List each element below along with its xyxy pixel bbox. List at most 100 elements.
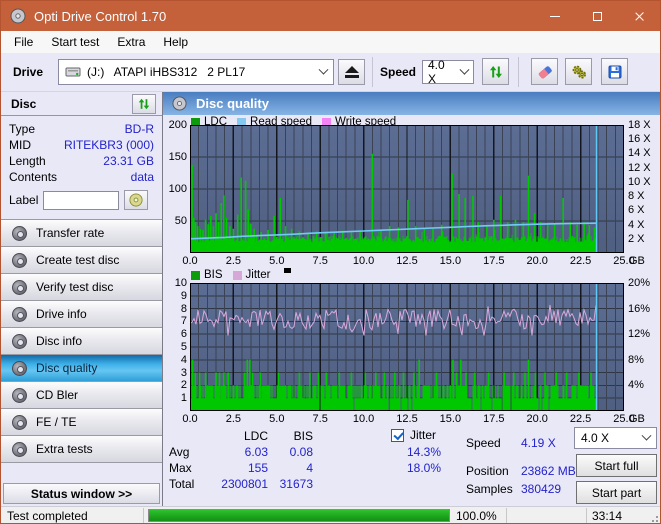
- sidebar-nav-button[interactable]: Transfer rate: [1, 219, 162, 247]
- gears-icon: [571, 64, 587, 80]
- save-button[interactable]: [601, 58, 628, 85]
- sidebar-nav-button[interactable]: Verify test disc: [1, 273, 162, 301]
- progress-percent: 100.0%: [456, 509, 497, 523]
- erase-disc-button[interactable]: [531, 58, 558, 85]
- axis-unit-label: GB: [629, 413, 645, 425]
- close-button[interactable]: [618, 1, 660, 31]
- axis-tick-label: 17.5: [483, 413, 504, 425]
- sidebar-nav-button[interactable]: Create test disc: [1, 246, 162, 274]
- speed-select-value: 4.0 X: [428, 58, 455, 86]
- maximize-button[interactable]: [576, 1, 618, 31]
- menu-item[interactable]: Start test: [42, 33, 108, 51]
- axis-tick-label: 2: [181, 379, 187, 391]
- chart2-legend: BISJitter: [191, 269, 291, 281]
- stats-col-ldc: LDC: [215, 429, 268, 443]
- sidebar-nav-button[interactable]: Disc quality: [1, 354, 162, 382]
- chevron-down-icon: [319, 64, 329, 74]
- minimize-icon: [550, 16, 560, 17]
- eject-button[interactable]: [338, 59, 365, 85]
- disc-label-button[interactable]: [124, 190, 148, 210]
- axis-tick-label: 15.0: [440, 413, 461, 425]
- stats-col-bis: BIS: [273, 429, 313, 443]
- axis-tick-label: 8: [181, 303, 187, 315]
- legend-swatch: [233, 271, 242, 280]
- disc-refresh-button[interactable]: [132, 94, 156, 114]
- disc-icon: [12, 307, 27, 322]
- status-bar: Test completed 100.0% 33:14: [1, 506, 660, 524]
- axis-tick-label: 7.5: [313, 255, 328, 267]
- axis-tick-label: 5: [181, 341, 187, 353]
- sidebar-nav-button[interactable]: CD Bler: [1, 381, 162, 409]
- settings-button[interactable]: [565, 58, 592, 85]
- disc-icon: [12, 334, 27, 349]
- axis-tick-label: 50: [175, 215, 187, 227]
- axis-tick-label: 2 X: [628, 233, 645, 245]
- drive-select[interactable]: (J:) ATAPI iHBS312 2 PL17: [58, 59, 334, 85]
- chart1-x-axis: 0.02.55.07.510.012.515.017.520.022.525.0…: [190, 255, 650, 268]
- jitter-toggle[interactable]: Jitter: [391, 428, 436, 442]
- chart2-right-axis: 20%16%12%8%4%: [626, 283, 661, 411]
- bis-jitter-chart: [190, 283, 624, 411]
- drive-select-value: (J:) ATAPI iHBS312 2 PL17: [87, 65, 245, 79]
- chevron-down-icon: [642, 430, 652, 440]
- jitter-checkbox[interactable]: [391, 429, 404, 442]
- sidebar-nav-button[interactable]: Drive info: [1, 300, 162, 328]
- disc-field-label: MID: [9, 138, 31, 152]
- axis-tick-label: 4: [181, 354, 187, 366]
- close-icon: [634, 11, 645, 22]
- app-window: Opti Drive Control 1.70 FileStart testEx…: [0, 0, 661, 524]
- stats-max-jitter: 18.0%: [359, 461, 441, 475]
- axis-tick-label: 6: [181, 328, 187, 340]
- disc-icon: [12, 415, 27, 430]
- chart1-left-axis: 20015010050: [163, 125, 188, 253]
- menu-item[interactable]: Help: [154, 33, 197, 51]
- start-full-button[interactable]: Start full: [576, 454, 657, 477]
- resize-grip[interactable]: [648, 512, 658, 522]
- speed-select[interactable]: 4.0 X: [422, 60, 474, 84]
- menu-item[interactable]: Extra: [108, 33, 154, 51]
- chart2-x-axis: 0.02.55.07.510.012.515.017.520.022.525.0…: [190, 413, 650, 426]
- status-window-button[interactable]: Status window >>: [3, 483, 160, 504]
- start-part-button[interactable]: Start part: [576, 481, 657, 504]
- axis-tick-label: 16 X: [628, 133, 651, 145]
- disc-field-row: Length 23.31 GB: [9, 153, 154, 169]
- sidebar-nav-button[interactable]: Disc info: [1, 327, 162, 355]
- sidebar-nav-button[interactable]: Extra tests: [1, 435, 162, 463]
- disc-field-label: Contents: [9, 170, 57, 184]
- chart2-left-axis: 10987654321: [163, 283, 188, 411]
- axis-tick-label: 6 X: [628, 204, 645, 216]
- axis-tick-label: 0.0: [182, 413, 197, 425]
- test-speed-select[interactable]: 4.0 X: [574, 427, 657, 449]
- axis-tick-label: 10.0: [353, 255, 374, 267]
- stats-avg-ldc: 6.03: [215, 445, 268, 459]
- axis-tick-label: 17.5: [483, 255, 504, 267]
- elapsed-time: 33:14: [592, 509, 622, 523]
- minimize-button[interactable]: [534, 1, 576, 31]
- disc-label-input[interactable]: [43, 191, 119, 210]
- refresh-icon: [137, 97, 151, 111]
- legend-label: BIS: [204, 269, 223, 281]
- axis-tick-label: 3: [181, 367, 187, 379]
- axis-tick-label: 8%: [628, 354, 644, 366]
- legend-item: BIS: [191, 269, 223, 281]
- sidebar-nav-button[interactable]: FE / TE: [1, 408, 162, 436]
- stats-row-label: Max: [169, 461, 211, 475]
- axis-tick-label: 7: [181, 315, 187, 327]
- disc-label-label: Label: [9, 193, 38, 207]
- axis-tick-label: 8 X: [628, 190, 645, 202]
- sidebar: Disc Type BD-R MID RITEKBR3 (000): [1, 92, 163, 506]
- disc-panel-title: Disc: [11, 97, 36, 111]
- axis-tick-label: 150: [169, 151, 187, 163]
- menu-item[interactable]: File: [5, 33, 42, 51]
- axis-tick-label: 20.0: [526, 255, 547, 267]
- axis-tick-label: 22.5: [570, 255, 591, 267]
- position-label: Position: [466, 464, 509, 478]
- axis-tick-label: 12%: [628, 328, 650, 340]
- refresh-button[interactable]: [482, 58, 509, 85]
- disc-panel-header: Disc: [1, 92, 162, 116]
- disc-icon: [12, 388, 27, 403]
- refresh-icon: [488, 64, 504, 80]
- legend-swatch: [191, 271, 200, 280]
- disc-label-row: Label: [1, 187, 162, 214]
- axis-tick-label: 1: [181, 392, 187, 404]
